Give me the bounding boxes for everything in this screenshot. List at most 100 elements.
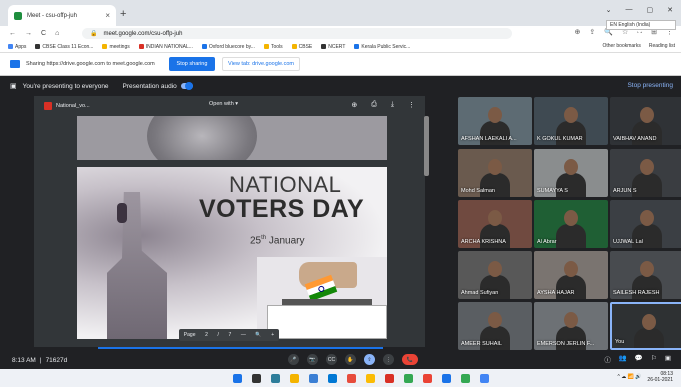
participant-name: AMEER SUHAIL — [461, 341, 502, 347]
reload-icon[interactable]: C — [41, 30, 46, 37]
participant-tile[interactable]: ARJUN S — [610, 149, 681, 197]
bookmark-item[interactable]: INDIAN NATIONAL... — [138, 44, 193, 50]
participant-name: K GOKUL KUMAR — [537, 136, 583, 142]
bookmark-item[interactable]: NCERT — [321, 44, 345, 50]
forward-icon[interactable]: → — [25, 30, 32, 37]
taskbar-app-icon[interactable] — [327, 373, 337, 383]
taskbar-app-icon[interactable] — [289, 373, 299, 383]
participant-tile[interactable]: Al Abrar — [534, 200, 608, 248]
taskbar-app-icon[interactable] — [460, 373, 470, 383]
tray-date: 26-01-2021 — [647, 377, 673, 383]
captions-button[interactable]: CC — [326, 354, 337, 365]
open-with-button[interactable]: Open with ▾ — [209, 101, 238, 107]
home-icon[interactable]: ⌂ — [55, 30, 59, 37]
bookmark-favicon-icon — [8, 44, 13, 49]
browser-tab-bar: Meet - csu-offp-juh × + ⌄ — ▢ ✕ — [0, 0, 681, 26]
bookmark-label: CBSE Class 11 Econ... — [42, 43, 94, 50]
participant-tile[interactable]: EMERSON JERLIN F... — [534, 302, 608, 350]
new-tab-button[interactable]: + — [120, 8, 126, 20]
taskbar-app-icon[interactable] — [403, 373, 413, 383]
page-current[interactable]: 2 — [205, 332, 208, 338]
participant-tile[interactable]: You — [610, 302, 681, 350]
participant-tile[interactable]: Ahmad Sufiyan — [458, 251, 532, 299]
tab-search-icon[interactable]: ⌄ — [606, 6, 612, 14]
taskbar-app-icon[interactable] — [251, 373, 261, 383]
taskbar-app-icon[interactable] — [346, 373, 356, 383]
taskbar-app-icon[interactable] — [441, 373, 451, 383]
taskbar-app-icon[interactable] — [232, 373, 242, 383]
zoom-icon[interactable]: ⊕ — [574, 28, 580, 36]
tray-clock[interactable]: 08:13 26-01-2021 — [647, 371, 673, 383]
taskbar-app-icon[interactable] — [308, 373, 318, 383]
minimize-button[interactable]: — — [626, 6, 633, 14]
bookmark-item[interactable]: CBSE — [291, 44, 312, 50]
slide-date-number: 25 — [250, 235, 262, 247]
leave-call-button[interactable]: 📞 — [402, 354, 418, 365]
bookmark-item[interactable]: Tools — [263, 43, 283, 50]
chat-icon[interactable]: 💬 — [635, 354, 643, 364]
microphone-button[interactable]: 🎤 — [288, 354, 299, 365]
participant-tile[interactable]: AYSHA HAJAR — [534, 251, 608, 299]
bookmark-item[interactable]: Apps — [8, 44, 26, 50]
tray-icons[interactable]: ^ ☁ 📶 🔊 — [617, 374, 641, 380]
taskbar-app-icon[interactable] — [422, 373, 432, 383]
browser-tab[interactable]: Meet - csu-offp-juh × — [8, 5, 116, 26]
meeting-code: 71627d — [45, 356, 68, 364]
participant-tile[interactable]: Mohd Salman — [458, 149, 532, 197]
tab-close-icon[interactable]: × — [105, 11, 110, 20]
other-bookmarks[interactable]: Other bookmarks — [603, 43, 641, 49]
print-icon[interactable]: ⎙ — [371, 101, 377, 109]
raise-hand-button[interactable]: ✋ — [345, 354, 356, 365]
bookmark-item[interactable]: Oxford bluecore by... — [201, 44, 255, 50]
participant-name: EMERSON JERLIN F... — [537, 341, 595, 347]
activities-icon[interactable]: ⚐ — [651, 354, 657, 364]
taskbar-app-icon[interactable] — [384, 373, 394, 383]
close-window-button[interactable]: ✕ — [667, 6, 673, 14]
participant-tile[interactable]: AMEER SUHAIL — [458, 302, 532, 350]
maximize-button[interactable]: ▢ — [647, 6, 654, 14]
participant-tile[interactable]: AFSHAN LAEKALI A... — [458, 97, 532, 145]
people-icon[interactable]: 👥 — [619, 354, 627, 364]
reading-list[interactable]: Reading list — [649, 43, 675, 49]
participant-name: SAILESH RAJESH — [613, 290, 660, 296]
zoom-in-button[interactable]: + — [271, 332, 274, 338]
bookmark-favicon-icon — [291, 44, 297, 49]
presentation-audio-toggle[interactable] — [180, 82, 193, 90]
view-tab-button[interactable]: View tab: drive.google.com — [222, 57, 300, 71]
camera-button[interactable]: 📷 — [307, 354, 318, 365]
pdf-scrollbar[interactable] — [424, 116, 429, 176]
meeting-details-icon[interactable]: ⓘ — [604, 354, 611, 364]
present-now-button[interactable]: ⇧ — [364, 354, 375, 365]
more-options-icon[interactable]: ⋮ — [408, 101, 415, 109]
pdf-page-controls: Page 2 / 7 — 🔍 + — [179, 329, 279, 341]
participant-tile[interactable]: ARCHA KRISHNA — [458, 200, 532, 248]
bookmark-label: Tools — [270, 43, 283, 50]
slide-date: 25th January — [250, 235, 305, 246]
tab-title: Meet - csu-offp-juh — [27, 12, 77, 19]
bookmark-item[interactable]: meetings — [102, 44, 130, 50]
taskbar-app-icon[interactable] — [479, 373, 489, 383]
participant-tile[interactable]: SUMAYYA S — [534, 149, 608, 197]
page-label: Page — [183, 332, 196, 338]
more-options-button[interactable]: ⋮ — [383, 354, 394, 365]
participant-tile[interactable]: K GOKUL KUMAR — [534, 97, 608, 145]
participant-name: SUMAYYA S — [537, 188, 568, 194]
bookmark-item[interactable]: CBSE Class 11 Econ... — [35, 44, 93, 50]
back-icon[interactable]: ← — [9, 30, 16, 37]
participant-name: Mohd Salman — [461, 188, 495, 194]
host-controls-icon[interactable]: ▣ — [665, 354, 671, 364]
participant-tile[interactable]: SAILESH RAJESH — [610, 251, 681, 299]
participant-tile[interactable]: VAIBHAV ANAND — [610, 97, 681, 145]
address-bar[interactable]: 🔒 meet.google.com/csu-offp-juh — [82, 28, 512, 39]
bookmark-item[interactable]: Kerala Public Servic... — [354, 44, 410, 50]
add-shortcut-icon[interactable]: ⊕ — [351, 101, 357, 109]
share-icon[interactable]: ⇪ — [589, 28, 595, 36]
bookmark-favicon-icon — [201, 44, 207, 49]
download-icon[interactable]: ⤓ — [391, 101, 394, 109]
participant-tile[interactable]: UJJWAL Lal — [610, 200, 681, 248]
taskbar-app-icon[interactable] — [270, 373, 280, 383]
taskbar-app-icon[interactable] — [365, 373, 375, 383]
stop-presenting-button[interactable]: Stop presenting — [627, 82, 673, 89]
zoom-out-button[interactable]: — — [241, 332, 246, 338]
stop-sharing-button[interactable]: Stop sharing — [169, 57, 215, 71]
